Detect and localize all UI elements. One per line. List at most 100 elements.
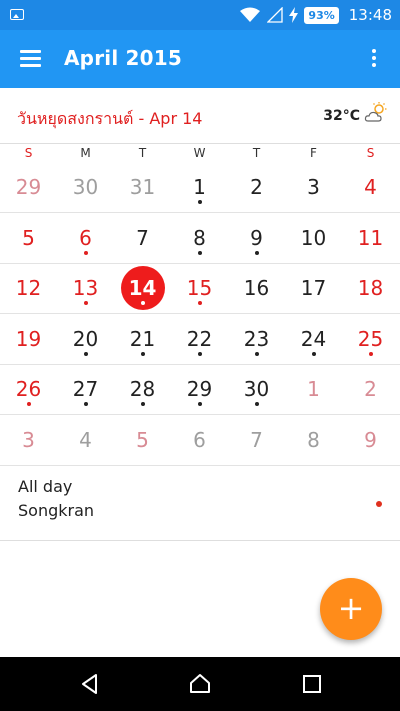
- holiday-banner: วันหยุดสงกรานต์ - Apr 14 32°C: [0, 88, 400, 144]
- day-cell[interactable]: 17: [285, 263, 342, 313]
- status-bar: 93% 13:48: [0, 0, 400, 30]
- day-cell[interactable]: 9: [342, 415, 399, 465]
- day-cell[interactable]: 10: [285, 213, 342, 263]
- today-cell[interactable]: 14: [114, 263, 171, 313]
- day-number: 23: [243, 326, 270, 351]
- all-day-label: All day: [18, 477, 73, 496]
- day-cell[interactable]: 5: [114, 415, 171, 465]
- week-row: 26 27 28 29 30 1 2: [0, 364, 400, 415]
- day-number: 1: [307, 377, 320, 401]
- weekday-header: SMTWTFS: [0, 146, 400, 162]
- day-number: 18: [357, 276, 384, 300]
- day-cell[interactable]: 6: [57, 213, 114, 263]
- event-color-dot: [376, 501, 382, 507]
- week-row: 12 13 14 15 16 17 18: [0, 263, 400, 314]
- day-number: 30: [243, 377, 270, 401]
- navigation-bar: [0, 657, 400, 711]
- event-indicator-dot: [198, 301, 202, 305]
- weekday-label: M: [80, 146, 91, 160]
- image-notification-icon: [10, 9, 24, 20]
- day-number: 29: [186, 377, 213, 401]
- day-cell[interactable]: 13: [57, 263, 114, 313]
- partly-cloudy-icon: [364, 102, 387, 122]
- day-number: 10: [300, 225, 327, 250]
- day-cell[interactable]: 6: [171, 415, 228, 465]
- week-row: 5 6 7 8 9 10 11: [0, 213, 400, 264]
- day-cell[interactable]: 1: [171, 162, 228, 212]
- day-cell[interactable]: 3: [285, 162, 342, 212]
- recents-icon[interactable]: [300, 672, 324, 696]
- day-cell[interactable]: 23: [228, 314, 285, 364]
- day-number: 22: [186, 326, 213, 351]
- day-number: 11: [357, 225, 384, 250]
- day-cell[interactable]: 3: [0, 415, 57, 465]
- day-number: 7: [136, 225, 149, 250]
- weekday-label: S: [24, 146, 33, 160]
- day-number: 4: [364, 175, 377, 199]
- day-cell[interactable]: 21: [114, 314, 171, 364]
- day-cell[interactable]: 28: [114, 364, 171, 414]
- weekday-label: T: [252, 146, 261, 160]
- holiday-label[interactable]: วันหยุดสงกรานต์ - Apr 14: [17, 107, 202, 132]
- menu-icon[interactable]: [20, 50, 41, 67]
- day-number: 1: [193, 175, 206, 199]
- home-icon[interactable]: [188, 672, 212, 696]
- day-cell[interactable]: 19: [0, 314, 57, 364]
- day-cell[interactable]: 31: [114, 162, 171, 212]
- event-list: All day Songkran: [0, 466, 400, 541]
- add-event-button[interactable]: +: [320, 578, 382, 640]
- day-cell[interactable]: 30: [228, 364, 285, 414]
- event-indicator-dot: [198, 250, 202, 255]
- day-cell[interactable]: 5: [0, 213, 57, 263]
- event-indicator-dot: [84, 301, 88, 305]
- day-cell[interactable]: 11: [342, 213, 399, 263]
- day-cell[interactable]: 4: [342, 162, 399, 212]
- event-indicator-dot: [141, 351, 145, 356]
- day-cell[interactable]: 16: [228, 263, 285, 313]
- back-icon[interactable]: [78, 672, 102, 696]
- app-bar: April 2015: [0, 30, 400, 88]
- weekday-label: T: [138, 146, 147, 160]
- day-cell[interactable]: 15: [171, 263, 228, 313]
- day-number: 4: [79, 427, 92, 452]
- day-cell[interactable]: 20: [57, 314, 114, 364]
- day-cell[interactable]: 7: [114, 213, 171, 263]
- day-cell[interactable]: 8: [171, 213, 228, 263]
- day-cell[interactable]: 1: [285, 364, 342, 414]
- event-indicator-dot: [198, 200, 202, 204]
- event-indicator-dot: [369, 351, 373, 356]
- day-number: 7: [250, 427, 263, 452]
- wifi-icon: [240, 7, 261, 22]
- event-indicator-dot: [27, 402, 31, 406]
- weekday-label: S: [366, 146, 375, 160]
- day-cell[interactable]: 2: [228, 162, 285, 212]
- more-options-icon[interactable]: [372, 49, 378, 69]
- day-number: 15: [186, 276, 213, 300]
- page-title[interactable]: April 2015: [64, 46, 182, 70]
- day-cell[interactable]: 12: [0, 263, 57, 313]
- event-indicator-dot: [141, 301, 145, 305]
- day-number: 17: [300, 276, 327, 300]
- event-item[interactable]: Songkran: [18, 501, 94, 520]
- day-cell[interactable]: 30: [57, 162, 114, 212]
- day-cell[interactable]: 9: [228, 213, 285, 263]
- day-cell[interactable]: 27: [57, 364, 114, 414]
- temperature: 32°C: [323, 108, 360, 124]
- day-cell[interactable]: 29: [171, 364, 228, 414]
- day-cell[interactable]: 22: [171, 314, 228, 364]
- day-cell[interactable]: 7: [228, 415, 285, 465]
- day-cell[interactable]: 4: [57, 415, 114, 465]
- day-number: 27: [72, 377, 99, 401]
- day-number: 5: [136, 427, 149, 452]
- signal-icon: [267, 7, 284, 23]
- day-cell[interactable]: 26: [0, 364, 57, 414]
- day-number: 16: [243, 276, 270, 300]
- weekday-label: F: [310, 146, 317, 160]
- day-cell[interactable]: 2: [342, 364, 399, 414]
- day-number: 30: [72, 175, 99, 199]
- day-cell[interactable]: 29: [0, 162, 57, 212]
- day-cell[interactable]: 25: [342, 314, 399, 364]
- day-cell[interactable]: 8: [285, 415, 342, 465]
- day-cell[interactable]: 24: [285, 314, 342, 364]
- day-cell[interactable]: 18: [342, 263, 399, 313]
